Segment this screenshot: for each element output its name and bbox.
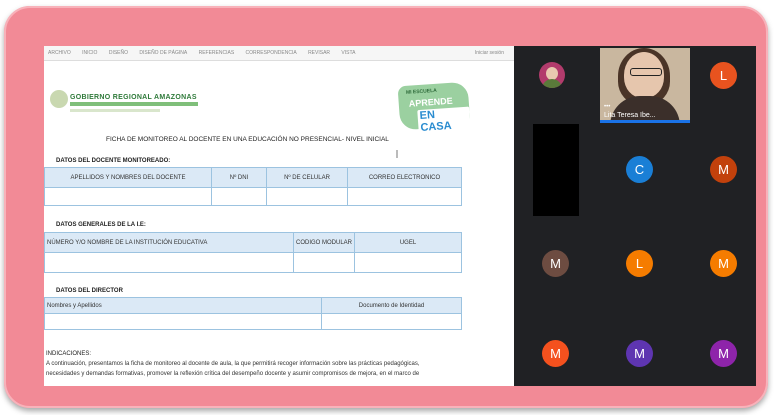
participant-video-off-tile[interactable] [533,124,579,216]
participant-avatar[interactable]: M [710,340,737,367]
avatar-letter: M [718,162,729,177]
avatar-letter: M [718,346,729,361]
more-options-icon[interactable]: ••• [604,104,610,110]
meet-participants-panel: ••• Lita Teresa Ibe... L C M M L M M M M [514,46,756,386]
ribbon-tab[interactable]: INICIO [82,50,97,56]
ribbon-tab[interactable]: DISEÑO DE PÁGINA [139,50,187,56]
presenter-video-tile[interactable]: ••• Lita Teresa Ibe... [600,48,690,122]
aprende-en-casa-logo: MI ESCUELA APRENDE EN CASA [397,81,471,135]
participant-avatar[interactable]: M [542,250,569,277]
indications-line: necesidades y demandas formativas, promo… [46,371,420,377]
column-header: CODIGO MODULAR [293,232,355,253]
section-heading-teacher: DATOS DEL DOCENTE MONITOREADO: [56,158,171,164]
active-speaker-indicator [600,120,690,123]
participant-avatar[interactable]: L [710,62,737,89]
ribbon-tab[interactable]: REFERENCIAS [199,50,235,56]
gov-header: GOBIERNO REGIONAL AMAZONAS [70,94,197,101]
column-header: Nombres y Apellidos [44,297,322,314]
school-table: NÚMERO Y/O NOMBRE DE LA INSTITUCIÓN EDUC… [44,232,462,273]
column-header: CORREO ELECTRONICO [347,167,462,188]
avatar-letter: L [719,68,728,83]
table-cell[interactable] [44,252,294,273]
avatar-body [542,79,562,88]
director-table: Nombres y Apellidos Documento de Identid… [44,297,462,330]
column-header: UGEL [354,232,462,253]
avatar-letter: M [718,256,729,271]
participant-avatar[interactable]: M [710,156,737,183]
glasses-icon [630,68,662,76]
avatar-letter: M [550,256,561,271]
table-cell[interactable] [347,187,462,206]
logo-line3: EN CASA [417,106,471,135]
regional-government-logo-icon [50,90,68,108]
presenter-name: Lita Teresa Ibe... [604,112,656,119]
captured-screen: ARCHIVO INICIO DISEÑO DISEÑO DE PÁGINA R… [44,46,756,386]
table-cell[interactable] [211,187,267,206]
document-title: FICHA DE MONITOREO AL DOCENTE EN UNA EDU… [106,136,389,143]
table-cell[interactable] [354,252,462,273]
participant-avatar-photo[interactable] [539,62,565,88]
column-header: Nº DE CELULAR [266,167,348,188]
header-bar [70,102,198,106]
indications-line: A continuación, presentamos la ficha de … [46,361,420,367]
ribbon-tab[interactable]: VISTA [341,50,355,56]
text-cursor-icon [396,150,398,158]
word-ribbon: ARCHIVO INICIO DISEÑO DISEÑO DE PÁGINA R… [44,46,514,61]
participant-avatar[interactable]: L [626,250,653,277]
header-subbar [70,109,160,112]
avatar-letter: M [634,346,645,361]
column-header: APELLIDOS Y NOMBRES DEL DOCENTE [44,167,212,188]
indications-heading: INDICACIONES: [46,351,92,357]
avatar-letter: L [635,256,644,271]
ribbon-tab[interactable]: REVISAR [308,50,330,56]
table-cell[interactable] [321,313,462,330]
logo-line2: APRENDE [408,95,454,109]
table-cell[interactable] [266,187,348,206]
section-heading-school: DATOS GENERALES DE LA I.E: [56,222,146,228]
teacher-table: APELLIDOS Y NOMBRES DEL DOCENTE Nº DNI N… [44,167,462,206]
table-cell[interactable] [293,252,355,273]
section-heading-director: DATOS DEL DIRECTOR [56,288,123,294]
document-pane: ARCHIVO INICIO DISEÑO DISEÑO DE PÁGINA R… [44,46,514,386]
participant-avatar[interactable]: M [626,340,653,367]
participant-avatar[interactable]: M [542,340,569,367]
table-cell[interactable] [44,313,322,330]
avatar-letter: C [634,162,645,177]
ribbon-tab[interactable]: ARCHIVO [48,50,71,56]
participant-avatar[interactable]: C [626,156,653,183]
sign-in-link[interactable]: Iniciar sesión [475,50,504,56]
avatar-letter: M [550,346,561,361]
column-header: NÚMERO Y/O NOMBRE DE LA INSTITUCIÓN EDUC… [44,232,294,253]
table-cell[interactable] [44,187,212,206]
participant-avatar[interactable]: M [710,250,737,277]
column-header: Documento de Identidad [321,297,462,314]
ribbon-tab[interactable]: DISEÑO [109,50,128,56]
logo-line1: MI ESCUELA [405,87,437,96]
ribbon-tab[interactable]: CORRESPONDENCIA [246,50,297,56]
column-header: Nº DNI [211,167,267,188]
